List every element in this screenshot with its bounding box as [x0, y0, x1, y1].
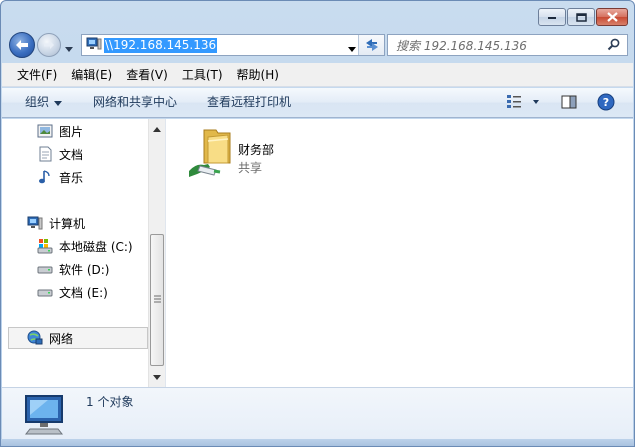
back-button[interactable]: [9, 32, 35, 58]
network-center-button[interactable]: 网络和共享中心: [93, 88, 177, 117]
tree-item-label: 计算机: [49, 216, 86, 231]
item-count: 1 个对象: [86, 395, 134, 409]
tree-item-drive-c[interactable]: 本地磁盘 (C:): [37, 237, 133, 255]
computer-icon: [27, 216, 43, 231]
maximize-button[interactable]: [567, 8, 595, 26]
menu-bar: 文件(F) 编辑(E) 查看(V) 工具(T) 帮助(H): [2, 63, 633, 87]
folder-type: 共享: [238, 161, 263, 175]
help-button[interactable]: ?: [597, 93, 615, 114]
pictures-icon: [37, 124, 53, 138]
details-pane: 1 个对象: [2, 387, 633, 441]
scroll-up-icon[interactable]: [153, 121, 161, 135]
refresh-button[interactable]: [358, 35, 384, 55]
tree-item-label: 文档: [59, 147, 84, 162]
menu-tools[interactable]: 工具(T): [175, 64, 230, 86]
address-bar[interactable]: \\192.168.145.136: [81, 34, 385, 56]
help-icon: ?: [597, 93, 615, 111]
view-list-icon: [507, 95, 539, 108]
refresh-icon: [365, 39, 378, 51]
address-history-icon[interactable]: [348, 41, 356, 55]
tree-item-documents[interactable]: 文档: [37, 145, 83, 163]
navigation-bar: \\192.168.145.136 搜索 192.168.145.136: [7, 32, 628, 58]
drive-icon: [37, 286, 53, 298]
tree-item-network[interactable]: 网络: [27, 329, 73, 347]
tree-item-label: 软件 (D:): [59, 262, 110, 277]
search-icon[interactable]: [607, 38, 621, 55]
tree-item-label: 文档 (E:): [59, 285, 108, 300]
forward-button[interactable]: [37, 33, 61, 57]
window-bottom-frame: [1, 439, 634, 446]
content-area: 财务部 共享: [166, 119, 633, 387]
recent-pages-dropdown[interactable]: [65, 41, 73, 55]
back-arrow-icon: [16, 40, 28, 50]
navigation-pane: 图片 文档 音乐 计算机 本地磁盘 (C:) 软件 (D:) 文档 (E:) 网…: [2, 119, 149, 387]
search-placeholder: 搜索 192.168.145.136: [396, 38, 527, 53]
tree-item-computer[interactable]: 计算机: [27, 214, 85, 232]
organize-button[interactable]: 组织: [25, 88, 63, 117]
menu-view[interactable]: 查看(V): [119, 64, 175, 86]
minimize-icon: [548, 17, 556, 19]
tree-item-label: 网络: [49, 331, 74, 346]
shared-folder-item[interactable]: 财务部 共享: [186, 127, 316, 179]
caption-buttons: [538, 8, 628, 26]
network-computer-icon: [86, 37, 102, 54]
scroll-down-icon[interactable]: [153, 369, 161, 383]
drive-icon: [37, 263, 53, 275]
close-icon: [606, 12, 618, 22]
menu-help[interactable]: 帮助(H): [230, 64, 286, 86]
tree-item-pictures[interactable]: 图片: [37, 122, 83, 140]
tree-item-label: 音乐: [59, 170, 84, 185]
command-bar: 组织 网络和共享中心 查看远程打印机 ?: [2, 88, 633, 118]
network-center-label: 网络和共享中心: [93, 95, 178, 109]
explorer-window: \\192.168.145.136 搜索 192.168.145.136 文件(…: [0, 0, 635, 447]
close-button[interactable]: [596, 8, 628, 26]
tree-item-drive-e[interactable]: 文档 (E:): [37, 283, 108, 301]
remote-printers-label: 查看远程打印机: [207, 95, 292, 109]
remote-printers-button[interactable]: 查看远程打印机: [207, 88, 291, 117]
menu-file[interactable]: 文件(F): [10, 64, 64, 86]
chevron-down-icon: [65, 47, 73, 52]
tree-item-music[interactable]: 音乐: [37, 168, 83, 186]
tree-item-label: 本地磁盘 (C:): [59, 239, 133, 254]
svg-text:?: ?: [603, 96, 609, 109]
maximize-icon: [575, 12, 587, 22]
shared-folder-icon: [186, 127, 236, 180]
preview-pane-icon: [561, 95, 577, 109]
chevron-down-icon: [54, 88, 63, 117]
tree-item-drive-d[interactable]: 软件 (D:): [37, 260, 109, 278]
preview-pane-button[interactable]: [561, 94, 577, 113]
network-icon: [27, 330, 43, 346]
organize-label: 组织: [25, 95, 50, 109]
menu-edit[interactable]: 编辑(E): [64, 64, 119, 86]
search-box[interactable]: 搜索 192.168.145.136: [387, 34, 628, 56]
view-options-button[interactable]: [507, 94, 539, 113]
music-icon: [37, 169, 53, 185]
nav-pane-scrollbar[interactable]: [148, 119, 165, 387]
minimize-button[interactable]: [538, 8, 566, 26]
tree-item-label: 图片: [59, 124, 84, 139]
forward-arrow-icon: [44, 41, 54, 49]
grip-icon: [154, 295, 161, 303]
scrollbar-thumb[interactable]: [150, 234, 164, 366]
address-text[interactable]: \\192.168.145.136: [104, 37, 218, 53]
folder-name: 财务部: [238, 143, 275, 157]
network-computer-icon: [22, 393, 70, 440]
documents-icon: [37, 146, 53, 162]
system-drive-icon: [37, 238, 53, 254]
